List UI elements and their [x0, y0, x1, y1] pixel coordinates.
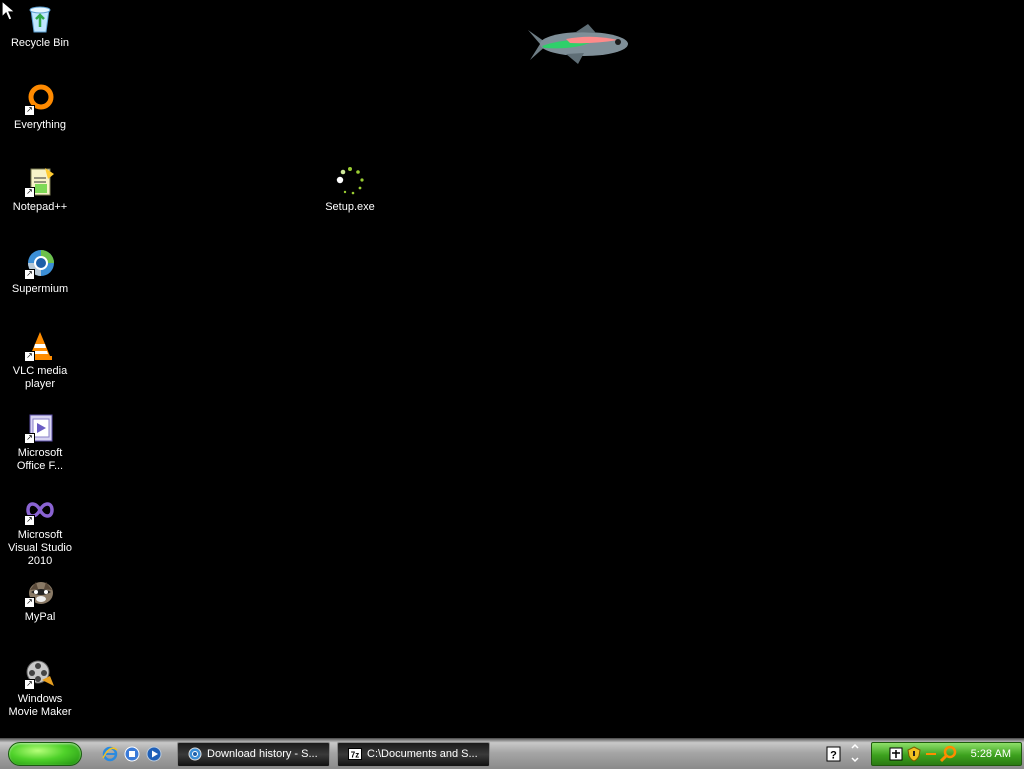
vlc-icon: ↗ — [24, 330, 56, 362]
taskbar-button-label: C:\Documents and S... — [367, 748, 478, 760]
mypal-icon: ↗ — [24, 576, 56, 608]
taskbar: Download history - S... 7z C:\Documents … — [0, 738, 1024, 769]
search-everything-icon[interactable] — [940, 745, 958, 763]
desktop-icon-setup-exe[interactable]: Setup.exe — [310, 166, 390, 214]
desktop-icon-label: Notepad++ — [12, 201, 68, 213]
desktop-icon-recycle-bin[interactable]: Recycle Bin — [0, 2, 80, 50]
shortcut-arrow-icon: ↗ — [24, 515, 35, 526]
7zip-icon-text: 7z — [351, 751, 359, 760]
visual-studio-icon: ↗ — [24, 494, 56, 526]
notepad-plus-plus-icon: ↗ — [24, 166, 56, 198]
system-tray: 5:28 AM — [871, 742, 1022, 766]
desktop-icon-label: Microsoft Visual Studio 2010 — [7, 529, 72, 567]
start-button[interactable] — [8, 742, 82, 766]
shortcut-arrow-icon: ↗ — [24, 105, 35, 116]
desktop-icon-label: Microsoft Office F... — [16, 447, 64, 472]
desktop-icon-label: Recycle Bin — [10, 37, 70, 49]
media-player-icon[interactable] — [146, 746, 162, 762]
shortcut-arrow-icon: ↗ — [24, 679, 35, 690]
shortcut-arrow-icon: ↗ — [24, 269, 35, 280]
desktop-icon-label: Windows Movie Maker — [8, 693, 72, 718]
everything-icon: ↗ — [24, 84, 56, 116]
desktop-icon-label: Setup.exe — [325, 201, 375, 213]
7zip-icon: 7z — [348, 748, 362, 760]
shortcut-arrow-icon: ↗ — [24, 351, 35, 362]
desktop-icon-label: MyPal — [24, 611, 56, 623]
shortcut-arrow-icon: ↗ — [24, 433, 35, 444]
desktop-icon-label: Supermium — [11, 283, 69, 295]
clock[interactable]: 5:28 AM — [971, 743, 1011, 765]
browser-icon — [188, 747, 202, 761]
desktop-icon-everything[interactable]: ↗ Everything — [0, 84, 80, 132]
security-shield-icon[interactable] — [906, 746, 922, 762]
desktop-icon-label: Everything — [14, 119, 66, 131]
desktop-icon-visual-studio[interactable]: ↗ Microsoft Visual Studio 2010 — [0, 494, 80, 568]
desktop-icon-supermium[interactable]: ↗ Supermium — [0, 248, 80, 296]
tray-expand-chevron-icon[interactable] — [849, 744, 861, 764]
shortcut-arrow-icon: ↗ — [24, 187, 35, 198]
show-desktop-icon[interactable] — [124, 746, 140, 762]
fish-desktop-toy-icon — [528, 24, 628, 64]
desktop-icon-notepad-plus-plus[interactable]: ↗ Notepad++ — [0, 166, 80, 214]
movie-maker-icon: ↗ — [24, 658, 56, 690]
svg-text:?: ? — [830, 750, 837, 762]
shortcut-arrow-icon: ↗ — [24, 597, 35, 608]
desktop: Recycle Bin ↗ Everything ↗ Notepad++ ↗ S… — [0, 0, 1024, 738]
internet-explorer-icon[interactable] — [102, 746, 118, 762]
supermium-icon: ↗ — [24, 248, 56, 280]
desktop-icon-label: VLC media player — [12, 365, 68, 390]
taskbar-button-download-history[interactable]: Download history - S... — [177, 742, 330, 767]
network-icon[interactable] — [888, 746, 904, 762]
office-form-icon: ↗ — [24, 412, 56, 444]
taskbar-button-documents-folder[interactable]: 7z C:\Documents and S... — [337, 742, 490, 767]
desktop-icon-vlc[interactable]: ↗ VLC media player — [0, 330, 80, 391]
taskbar-button-label: Download history - S... — [207, 748, 318, 760]
recycle-bin-icon — [24, 2, 56, 34]
desktop-icon-mypal[interactable]: ↗ MyPal — [0, 576, 80, 624]
desktop-icon-office-form[interactable]: ↗ Microsoft Office F... — [0, 412, 80, 473]
help-icon[interactable]: ? — [826, 746, 842, 762]
setup-loading-icon — [334, 166, 366, 198]
desktop-icon-movie-maker[interactable]: ↗ Windows Movie Maker — [0, 658, 80, 719]
tray-separator-icon — [926, 753, 936, 755]
